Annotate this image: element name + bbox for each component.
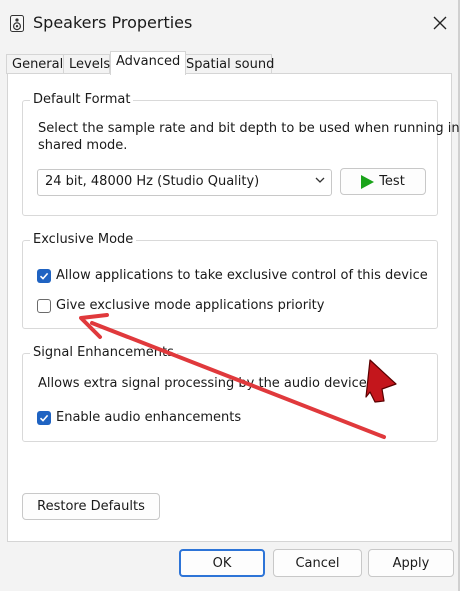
exclusive-priority-checkbox[interactable]: Give exclusive mode applications priorit…: [37, 298, 324, 313]
tab-general[interactable]: General: [6, 54, 69, 74]
exclusive-mode-title: Exclusive Mode: [30, 232, 137, 247]
exclusive-priority-label: Give exclusive mode applications priorit…: [56, 298, 325, 313]
checkbox-unchecked: [37, 298, 51, 313]
tab-spatial-sound[interactable]: Spatial sound: [180, 54, 274, 74]
sample-rate-value: 24 bit, 48000 Hz (Studio Quality): [45, 174, 260, 189]
allow-exclusive-control-label: Allow applications to take exclusive con…: [56, 268, 428, 283]
cancel-button[interactable]: Cancel: [273, 549, 362, 577]
checkbox-checked: [37, 268, 51, 283]
enable-audio-enhancements-checkbox[interactable]: Enable audio enhancements: [37, 410, 241, 425]
play-icon: [361, 174, 375, 189]
ok-button[interactable]: OK: [179, 549, 265, 577]
close-icon: [433, 16, 447, 30]
default-format-group: Default Format Select the sample rate an…: [22, 92, 460, 216]
checkmark-icon: [39, 272, 49, 280]
test-button-label: Test: [379, 174, 405, 189]
advanced-tab-panel: Default Format Select the sample rate an…: [7, 73, 460, 542]
default-format-title: Default Format: [30, 92, 134, 107]
default-format-description-line1: Select the sample rate and bit depth to …: [38, 121, 460, 136]
apply-button[interactable]: Apply: [368, 549, 454, 577]
exclusive-mode-group: Exclusive Mode Allow applications to tak…: [22, 232, 438, 329]
tab-levels[interactable]: Levels: [63, 54, 110, 74]
signal-enhancements-group: Signal Enhancements Allows extra signal …: [22, 345, 438, 442]
chevron-down-icon: [315, 177, 325, 183]
speaker-app-icon: [10, 15, 24, 32]
signal-enhancements-description: Allows extra signal processing by the au…: [38, 376, 367, 391]
checkbox-checked: [37, 410, 51, 425]
signal-enhancements-title: Signal Enhancements: [30, 345, 177, 360]
default-format-description-line2: shared mode.: [38, 138, 128, 153]
window-title: Speakers Properties: [33, 13, 193, 32]
checkmark-icon: [39, 414, 49, 422]
title-bar: Speakers Properties: [0, 0, 458, 44]
sample-rate-dropdown[interactable]: 24 bit, 48000 Hz (Studio Quality): [37, 169, 332, 196]
allow-exclusive-control-checkbox[interactable]: Allow applications to take exclusive con…: [37, 268, 428, 283]
tab-advanced[interactable]: Advanced: [110, 51, 186, 75]
close-button[interactable]: [422, 6, 458, 40]
speakers-properties-dialog: Speakers Properties General Levels Advan…: [0, 0, 460, 591]
test-button[interactable]: Test: [340, 168, 426, 195]
enable-audio-enhancements-label: Enable audio enhancements: [56, 410, 242, 425]
restore-defaults-button[interactable]: Restore Defaults: [22, 493, 160, 520]
